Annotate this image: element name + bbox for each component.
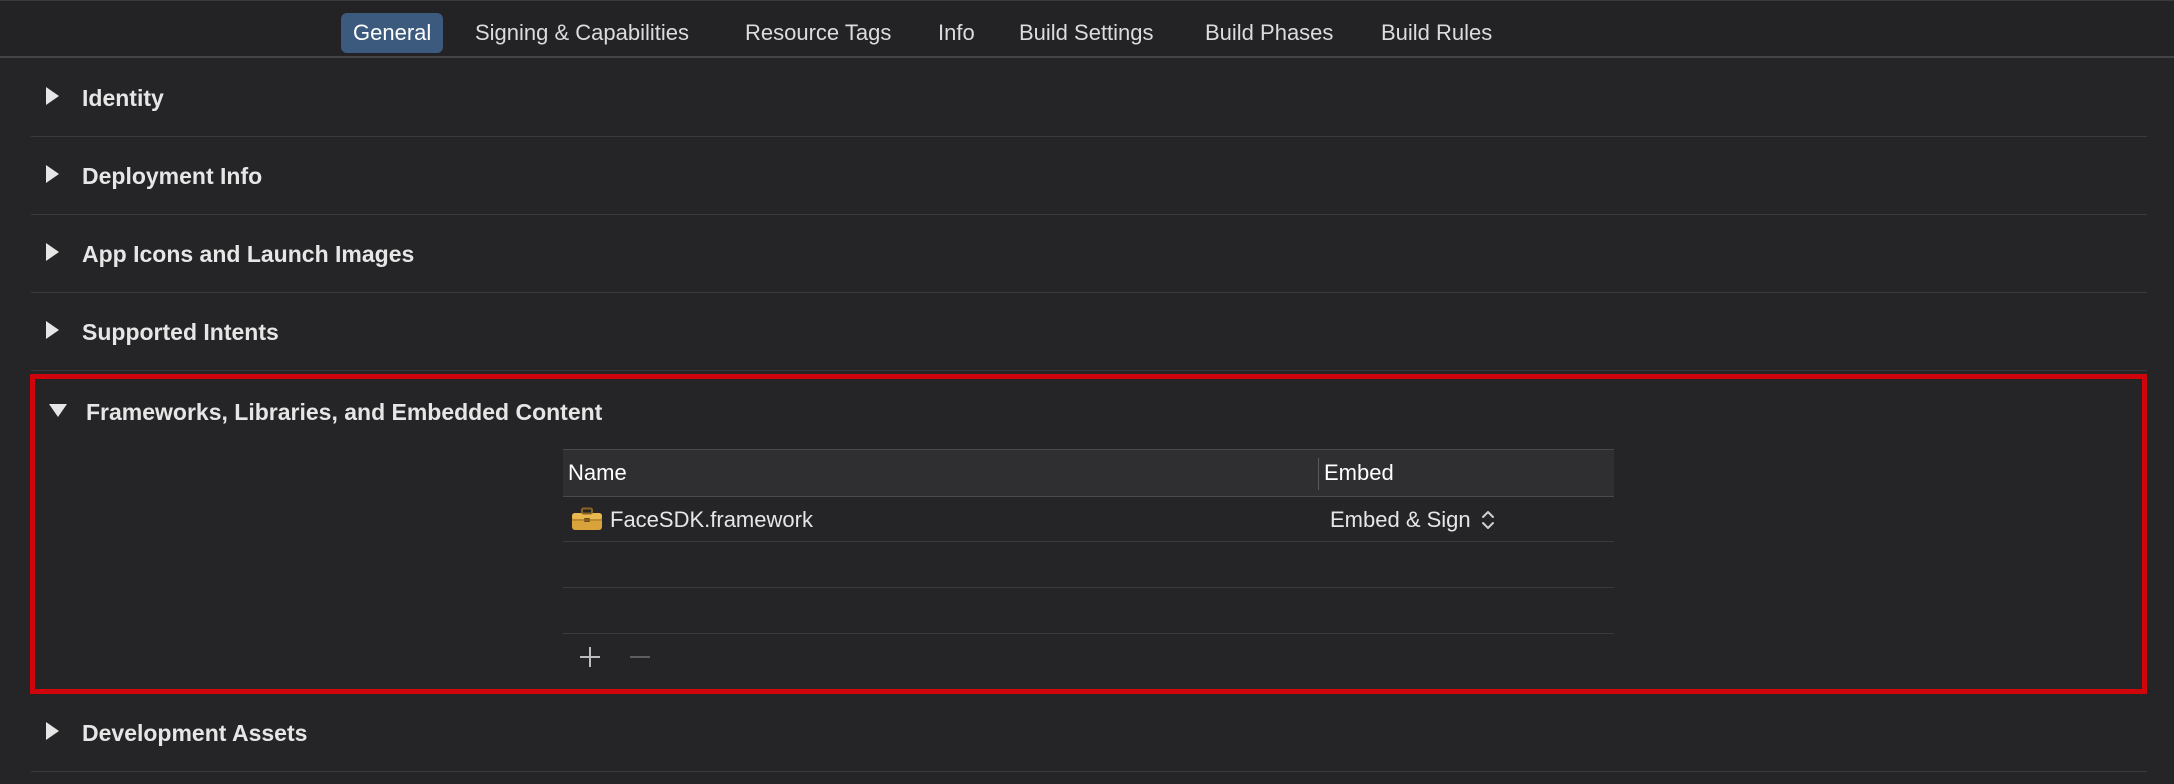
section-supported-intents[interactable]: Supported Intents — [31, 293, 2147, 371]
section-app-icons[interactable]: App Icons and Launch Images — [31, 215, 2147, 293]
disclosure-triangle-down-icon[interactable] — [49, 404, 67, 417]
disclosure-triangle-right-icon[interactable] — [46, 722, 59, 740]
table-row[interactable]: FaceSDK.framework Embed & Sign — [563, 497, 1614, 542]
section-title: App Icons and Launch Images — [82, 241, 415, 267]
plus-icon[interactable] — [577, 644, 603, 670]
table-row-empty — [563, 588, 1614, 634]
column-divider[interactable] — [1318, 458, 1319, 490]
tab-build-phases[interactable]: Build Phases — [1205, 13, 1333, 53]
disclosure-triangle-right-icon[interactable] — [46, 321, 59, 339]
toolbox-icon — [572, 507, 602, 530]
tab-signing-capabilities[interactable]: Signing & Capabilities — [475, 13, 689, 53]
table-toolbar — [563, 634, 1614, 680]
section-identity[interactable]: Identity — [31, 59, 2147, 137]
tab-build-rules[interactable]: Build Rules — [1381, 13, 1492, 53]
chevron-up-down-icon[interactable] — [1480, 509, 1496, 531]
minus-icon[interactable] — [627, 644, 653, 670]
section-deployment-info[interactable]: Deployment Info — [31, 137, 2147, 215]
section-title: Identity — [82, 85, 164, 111]
disclosure-triangle-right-icon[interactable] — [46, 165, 59, 183]
section-title[interactable]: Frameworks, Libraries, and Embedded Cont… — [86, 390, 602, 434]
tab-info[interactable]: Info — [938, 13, 975, 53]
column-header-embed[interactable]: Embed — [1324, 450, 1394, 496]
section-title: Development Assets — [82, 720, 308, 746]
column-header-name[interactable]: Name — [568, 450, 627, 496]
section-development-assets[interactable]: Development Assets — [31, 694, 2147, 772]
tab-general[interactable]: General — [341, 13, 444, 53]
disclosure-triangle-right-icon[interactable] — [46, 243, 59, 261]
table-header: Name Embed — [563, 449, 1614, 497]
section-title: Supported Intents — [82, 319, 279, 345]
embed-popup-button[interactable]: Embed & Sign — [1330, 497, 1471, 542]
table-row-empty — [563, 542, 1614, 588]
section-title: Deployment Info — [82, 163, 263, 189]
editor-tab-bar: General Signing & Capabilities Resource … — [0, 0, 2174, 58]
tab-resource-tags[interactable]: Resource Tags — [745, 13, 891, 53]
tab-build-settings[interactable]: Build Settings — [1019, 13, 1154, 53]
framework-name: FaceSDK.framework — [610, 507, 813, 532]
frameworks-table: Name Embed FaceSDK.framework Embed & Sig… — [563, 449, 1614, 680]
disclosure-triangle-right-icon[interactable] — [46, 87, 59, 105]
